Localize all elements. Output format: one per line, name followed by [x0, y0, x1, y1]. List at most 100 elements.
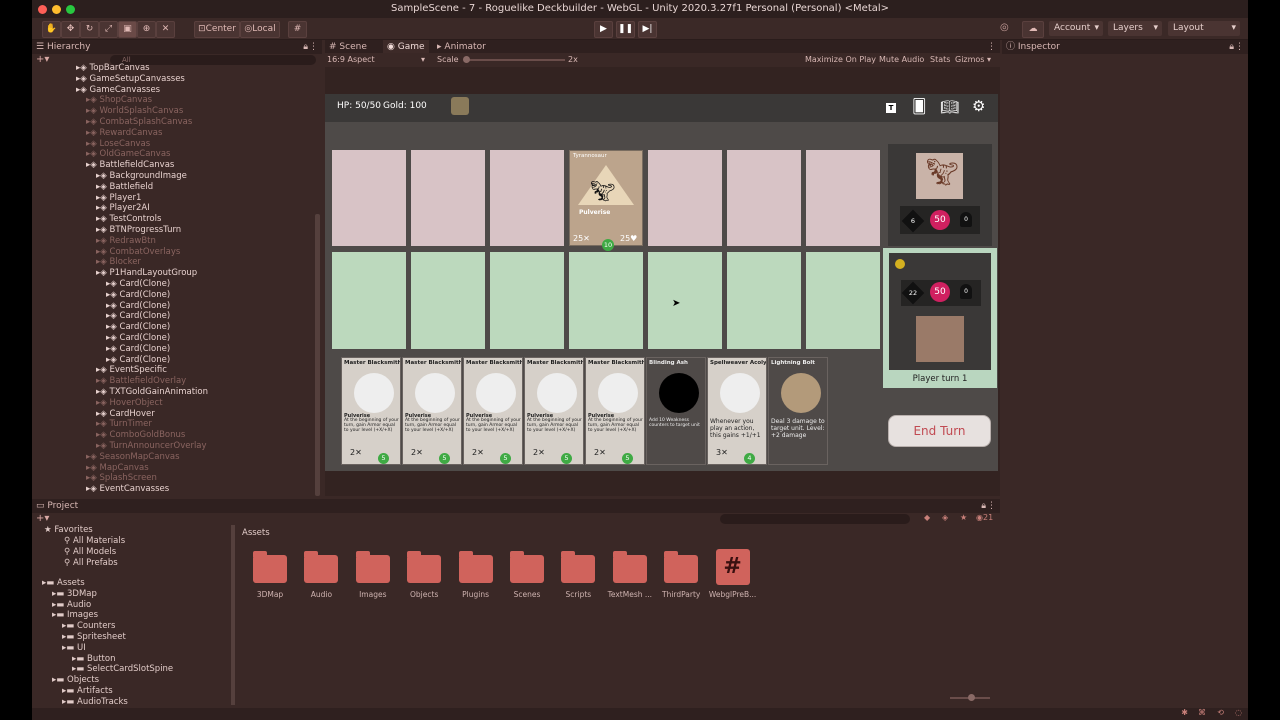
folder-icon[interactable] [304, 551, 339, 583]
hierarchy-item[interactable]: ▸◈ Card(Clone) [106, 322, 170, 332]
hierarchy-item[interactable]: ▸◈ EventCanvasses [86, 484, 169, 494]
player-slot[interactable] [411, 252, 485, 349]
player-slot[interactable] [727, 252, 801, 349]
hierarchy-item[interactable]: ▸◈ TurnTimer [96, 419, 152, 429]
hand-card[interactable]: Blinding Ash Add 10 Weakness counters to … [646, 357, 706, 465]
hierarchy-item[interactable]: ▸◈ BattlefieldOverlay [96, 376, 186, 386]
sync-icon[interactable]: ⟲ [1217, 708, 1224, 717]
hierarchy-item[interactable]: ▸◈ EventSpecific [96, 365, 167, 375]
collab-icon[interactable]: ◎ [1000, 22, 1009, 33]
enemy-slot[interactable] [490, 150, 564, 246]
hierarchy-item[interactable]: ▸◈ CombatOverlays [96, 247, 180, 257]
enemy-slot[interactable] [648, 150, 722, 246]
lock-icon[interactable]: 🔒︎ [303, 40, 308, 54]
menu-icon[interactable]: ⋮ [1235, 40, 1244, 54]
hierarchy-item[interactable]: ▸◈ GameCanvasses [76, 85, 160, 95]
script-file-icon[interactable]: # [715, 549, 750, 585]
hand-tool-icon[interactable]: ✋ [42, 21, 61, 38]
hand-card[interactable]: Master Blacksmith Pulverise At the beginni… [463, 357, 523, 465]
hierarchy-scrollbar[interactable] [315, 214, 320, 496]
hierarchy-item[interactable]: ▸◈ BackgroundImage [96, 171, 187, 181]
hierarchy-item[interactable]: ▸◈ Card(Clone) [106, 290, 170, 300]
hand-card[interactable]: Master Blacksmith Pulverise At the beginni… [402, 357, 462, 465]
hierarchy-item[interactable]: ▸◈ OldGameCanvas [86, 149, 170, 159]
scale-slider-thumb[interactable] [463, 56, 470, 63]
rotate-tool-icon[interactable]: ↻ [80, 21, 99, 38]
hierarchy-item[interactable]: ▸◈ ShopCanvas [86, 95, 152, 105]
aspect-dropdown[interactable]: 16:9 Aspect [327, 53, 375, 67]
maximize-on-play-toggle[interactable]: Maximize On Play [805, 53, 876, 67]
board-card-tyrannosaur[interactable]: Tyrannosaur 🦖︎ Pulverise 25✕ 25♥ 10 [569, 150, 643, 251]
filter-label-icon[interactable]: ◈ [942, 513, 948, 522]
favorite-star-icon[interactable]: ★ [960, 513, 967, 522]
folder-icon[interactable] [561, 551, 596, 583]
hierarchy-item[interactable]: ▸◈ Card(Clone) [106, 311, 170, 321]
pivot-center-button[interactable]: ⊡Center [194, 21, 240, 38]
book-icon[interactable]: 📖︎ [940, 98, 959, 116]
pause-button[interactable]: ❚❚ [616, 21, 635, 38]
enemy-slot[interactable] [332, 150, 406, 246]
icon-size-slider-thumb[interactable] [968, 694, 975, 701]
player-slot[interactable] [806, 252, 880, 349]
project-folder-item[interactable]: ▸▬ Audio [52, 600, 91, 610]
hierarchy-item[interactable]: ▸◈ HoverObject [96, 398, 163, 408]
add-icon[interactable]: +▾ [36, 54, 49, 65]
transform-tool-icon[interactable]: ⊕ [137, 21, 156, 38]
menu-icon[interactable]: ⋮ [987, 40, 996, 54]
project-search-input[interactable] [720, 514, 910, 524]
space-local-button[interactable]: ◎Local [240, 21, 280, 38]
hierarchy-item[interactable]: ▸◈ Card(Clone) [106, 279, 170, 289]
move-tool-icon[interactable]: ✥ [61, 21, 80, 38]
hierarchy-item[interactable]: ▸◈ TopBarCanvas [76, 63, 150, 73]
enemy-slot[interactable] [806, 150, 880, 246]
hierarchy-item[interactable]: ▸◈ TXTGoldGainAnimation [96, 387, 208, 397]
hierarchy-item[interactable]: ▸◈ SeasonMapCanvas [86, 452, 180, 462]
menu-icon[interactable]: ⋮ [309, 40, 318, 54]
player-slot[interactable] [569, 252, 643, 349]
hierarchy-item[interactable]: ▸◈ WorldSplashCanvas [86, 106, 183, 116]
layers-dropdown[interactable]: Layers ▾ [1108, 21, 1162, 36]
rect-tool-icon[interactable]: ▣ [118, 21, 137, 38]
hierarchy-item[interactable]: ▸◈ TestControls [96, 214, 161, 224]
hierarchy-item[interactable]: ▸◈ Card(Clone) [106, 301, 170, 311]
mute-audio-toggle[interactable]: Mute Audio [879, 53, 924, 67]
hierarchy-item[interactable]: ▸◈ GameSetupCanvasses [76, 74, 185, 84]
project-folder-item[interactable]: ▸▬ Counters [62, 621, 115, 631]
project-folder-item[interactable]: ▸▬ Artifacts [62, 686, 113, 696]
play-button[interactable]: ▶ [594, 21, 613, 38]
project-folder-item[interactable]: ▸▬ Spritesheet [62, 632, 126, 642]
step-button[interactable]: ▶| [638, 21, 657, 38]
inspector-tab[interactable]: Inspector [1018, 42, 1060, 52]
hierarchy-item[interactable]: ▸◈ Card(Clone) [106, 333, 170, 343]
scale-slider[interactable] [465, 59, 565, 61]
hierarchy-item[interactable]: ▸◈ BTNProgressTurn [96, 225, 181, 235]
hierarchy-item[interactable]: ▸◈ Blocker [96, 257, 141, 267]
favorite-item[interactable]: ⚲ All Prefabs [64, 558, 118, 568]
project-folder-item[interactable]: ▸▬ UI [62, 643, 86, 653]
hierarchy-item[interactable]: ▸◈ ComboGoldBonus [96, 430, 185, 440]
hand-card[interactable]: Master Blacksmith Pulverise At the beginni… [585, 357, 645, 465]
hierarchy-item[interactable]: ▸◈ LoseCanvas [86, 139, 150, 149]
folder-icon[interactable] [253, 551, 287, 583]
stats-toggle[interactable]: Stats [930, 53, 950, 67]
hierarchy-item[interactable]: ▸◈ Player2AI [96, 203, 150, 213]
player-slot[interactable] [648, 252, 722, 349]
add-icon[interactable]: +▾ [36, 513, 49, 524]
hierarchy-item[interactable]: ▸◈ MapCanvas [86, 463, 149, 473]
gear-icon[interactable]: ⚙ [972, 97, 985, 115]
hierarchy-item[interactable]: ▸◈ Player1 [96, 193, 141, 203]
scale-tool-icon[interactable]: ⤢ [99, 21, 118, 38]
hierarchy-item[interactable]: ▸◈ CardHover [96, 409, 155, 419]
folder-icon[interactable] [407, 551, 442, 583]
enemy-slot[interactable] [727, 150, 801, 246]
folder-icon[interactable] [510, 551, 544, 583]
project-divider[interactable] [231, 525, 235, 705]
grid-snap-icon[interactable]: # [288, 21, 307, 38]
hierarchy-item[interactable]: ▸◈ Battlefield [96, 182, 153, 192]
animator-tab[interactable]: ▸ Animator [437, 40, 486, 54]
hidden-count[interactable]: ◉21 [976, 513, 993, 522]
hand-card[interactable]: Master Blacksmith Pulverise At the beginni… [341, 357, 401, 465]
hierarchy-item[interactable]: ▸◈ P1HandLayoutGroup [96, 268, 197, 278]
hand-card[interactable]: Master Blacksmith Pulverise At the beginni… [524, 357, 584, 465]
enemy-slot[interactable] [411, 150, 485, 246]
